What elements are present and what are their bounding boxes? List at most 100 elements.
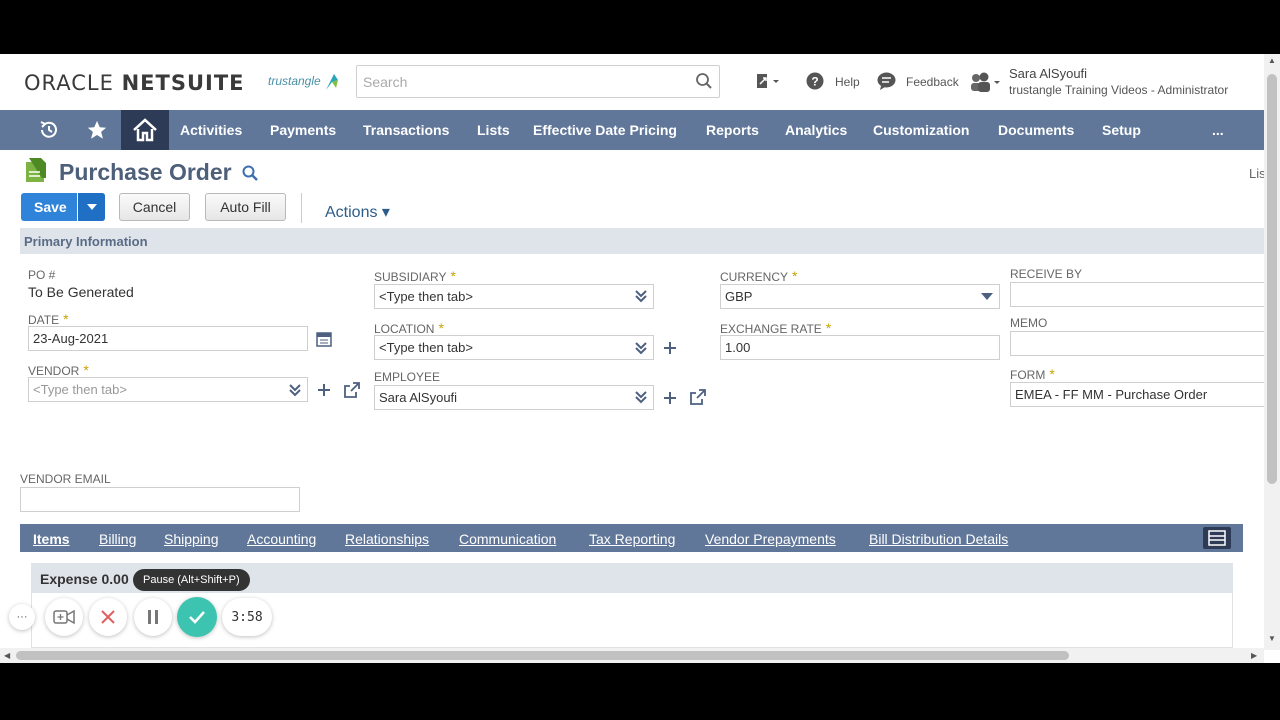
- vendor-email-label: VENDOR EMAIL: [20, 472, 111, 486]
- roles-icon[interactable]: [970, 72, 1002, 92]
- scroll-up-icon[interactable]: ▲: [1268, 56, 1276, 65]
- recent-records-icon[interactable]: [755, 72, 781, 92]
- toolbar-divider: [301, 193, 302, 223]
- scroll-down-icon[interactable]: ▼: [1268, 634, 1276, 643]
- add-location-icon[interactable]: [662, 340, 678, 356]
- svg-text:?: ?: [811, 75, 818, 89]
- caret-down-icon: [87, 204, 97, 210]
- nav-reports[interactable]: Reports: [706, 122, 759, 138]
- search-icon[interactable]: [695, 72, 713, 90]
- open-vendor-icon[interactable]: [343, 381, 361, 399]
- save-button[interactable]: Save: [21, 193, 105, 221]
- calendar-icon[interactable]: [316, 331, 332, 347]
- tab-relationships[interactable]: Relationships: [345, 531, 429, 547]
- feedback-icon[interactable]: [877, 72, 896, 90]
- double-chevron-down-icon[interactable]: [634, 341, 648, 355]
- tab-vendor-prepayments[interactable]: Vendor Prepayments: [705, 531, 836, 547]
- vertical-scroll-thumb[interactable]: [1267, 74, 1277, 484]
- home-icon[interactable]: [121, 110, 169, 150]
- pause-tooltip: Pause (Alt+Shift+P): [133, 569, 250, 591]
- tab-items[interactable]: Items: [33, 531, 70, 547]
- nav-setup[interactable]: Setup: [1102, 122, 1141, 138]
- recorder-more-button[interactable]: ···: [9, 604, 35, 630]
- horizontal-scrollbar[interactable]: ◀ ▶: [0, 648, 1264, 663]
- vendor-field[interactable]: <Type then tab>: [28, 377, 308, 402]
- recording-timer: 3:58: [222, 598, 272, 636]
- save-options-dropdown[interactable]: [77, 193, 105, 221]
- horizontal-scroll-thumb[interactable]: [16, 651, 1069, 660]
- nav-lists[interactable]: Lists: [477, 122, 510, 138]
- purchase-order-icon: [26, 158, 46, 182]
- add-employee-icon[interactable]: [662, 390, 678, 406]
- oracle-netsuite-logo[interactable]: ORACLE NETSUITE: [24, 71, 245, 95]
- expense-label: Expense 0.00: [40, 571, 129, 587]
- help-link[interactable]: Help: [835, 75, 860, 89]
- add-vendor-icon[interactable]: [316, 382, 332, 398]
- subsidiary-label: SUBSIDIARY *: [374, 268, 456, 284]
- user-role[interactable]: trustangle Training Videos - Administrat…: [1009, 83, 1228, 97]
- date-field[interactable]: 23-Aug-2021: [28, 326, 308, 351]
- finish-recording-button[interactable]: [177, 597, 217, 637]
- user-name[interactable]: Sara AlSyoufi: [1009, 66, 1087, 81]
- caret-down-icon[interactable]: [980, 292, 994, 302]
- location-label: LOCATION *: [374, 320, 444, 336]
- auto-fill-button[interactable]: Auto Fill: [205, 193, 286, 221]
- nav-transactions[interactable]: Transactions: [363, 122, 449, 138]
- pause-recording-button[interactable]: [134, 598, 172, 636]
- trustangle-logo: trustangle: [268, 72, 340, 92]
- memo-field[interactable]: [1010, 331, 1266, 356]
- receive-by-field[interactable]: [1010, 282, 1266, 307]
- close-icon: [101, 610, 115, 624]
- netsuite-window: ORACLE NETSUITE trustangle ? Help Feedba…: [0, 54, 1280, 663]
- scroll-right-icon[interactable]: ▶: [1251, 651, 1257, 660]
- open-employee-icon[interactable]: [689, 388, 707, 406]
- employee-field[interactable]: Sara AlSyoufi: [374, 385, 654, 410]
- nav-documents[interactable]: Documents: [998, 122, 1074, 138]
- tab-accounting[interactable]: Accounting: [247, 531, 316, 547]
- tab-communication[interactable]: Communication: [459, 531, 556, 547]
- search-input[interactable]: [357, 66, 677, 97]
- page-title: Purchase Order: [59, 159, 232, 185]
- actions-menu[interactable]: Actions ▾: [325, 202, 390, 222]
- form-select[interactable]: EMEA - FF MM - Purchase Order: [1010, 382, 1266, 407]
- nav-analytics[interactable]: Analytics: [785, 122, 847, 138]
- cancel-button[interactable]: Cancel: [119, 193, 190, 221]
- help-icon[interactable]: ?: [806, 72, 824, 90]
- tab-billing[interactable]: Billing: [99, 531, 136, 547]
- memo-label: MEMO: [1010, 316, 1048, 330]
- top-header: ORACLE NETSUITE trustangle ? Help Feedba…: [0, 54, 1264, 110]
- tab-bill-distribution-details[interactable]: Bill Distribution Details: [869, 531, 1008, 547]
- scroll-left-icon[interactable]: ◀: [4, 651, 10, 660]
- nav-payments[interactable]: Payments: [270, 122, 336, 138]
- form-label: FORM *: [1010, 366, 1055, 382]
- nav-effective-date-pricing[interactable]: Effective Date Pricing: [533, 122, 677, 138]
- primary-information-header[interactable]: Primary Information: [20, 228, 1264, 254]
- double-chevron-down-icon[interactable]: [634, 289, 648, 303]
- subsidiary-field[interactable]: <Type then tab>: [374, 284, 654, 309]
- nav-activities[interactable]: Activities: [180, 122, 242, 138]
- tab-tax-reporting[interactable]: Tax Reporting: [589, 531, 675, 547]
- cancel-recording-button[interactable]: [89, 598, 127, 636]
- exchange-rate-field[interactable]: 1.00: [720, 335, 1000, 360]
- vendor-email-field[interactable]: [20, 487, 300, 512]
- location-field[interactable]: <Type then tab>: [374, 335, 654, 360]
- tab-shipping[interactable]: Shipping: [164, 531, 219, 547]
- search-records-icon[interactable]: [241, 164, 259, 182]
- favorites-star-icon[interactable]: [73, 110, 121, 150]
- vendor-label: VENDOR *: [28, 362, 89, 378]
- subtab-menu-icon[interactable]: [1203, 527, 1231, 549]
- double-chevron-down-icon[interactable]: [288, 383, 302, 397]
- recent-history-icon[interactable]: [25, 110, 73, 150]
- subtab-bar: Items Billing Shipping Accounting Relati…: [20, 524, 1243, 552]
- nav-customization[interactable]: Customization: [873, 122, 969, 138]
- global-search[interactable]: [356, 65, 720, 98]
- date-label: DATE *: [28, 311, 69, 327]
- currency-select[interactable]: GBP: [720, 284, 1000, 309]
- double-chevron-down-icon[interactable]: [634, 390, 648, 404]
- nav-more[interactable]: ...: [1212, 122, 1224, 138]
- feedback-link[interactable]: Feedback: [906, 75, 959, 89]
- vertical-scrollbar[interactable]: ▲ ▼: [1264, 54, 1280, 650]
- receive-by-label: RECEIVE BY: [1010, 267, 1083, 281]
- bird-icon: [326, 74, 339, 90]
- camera-toggle-button[interactable]: [45, 598, 83, 636]
